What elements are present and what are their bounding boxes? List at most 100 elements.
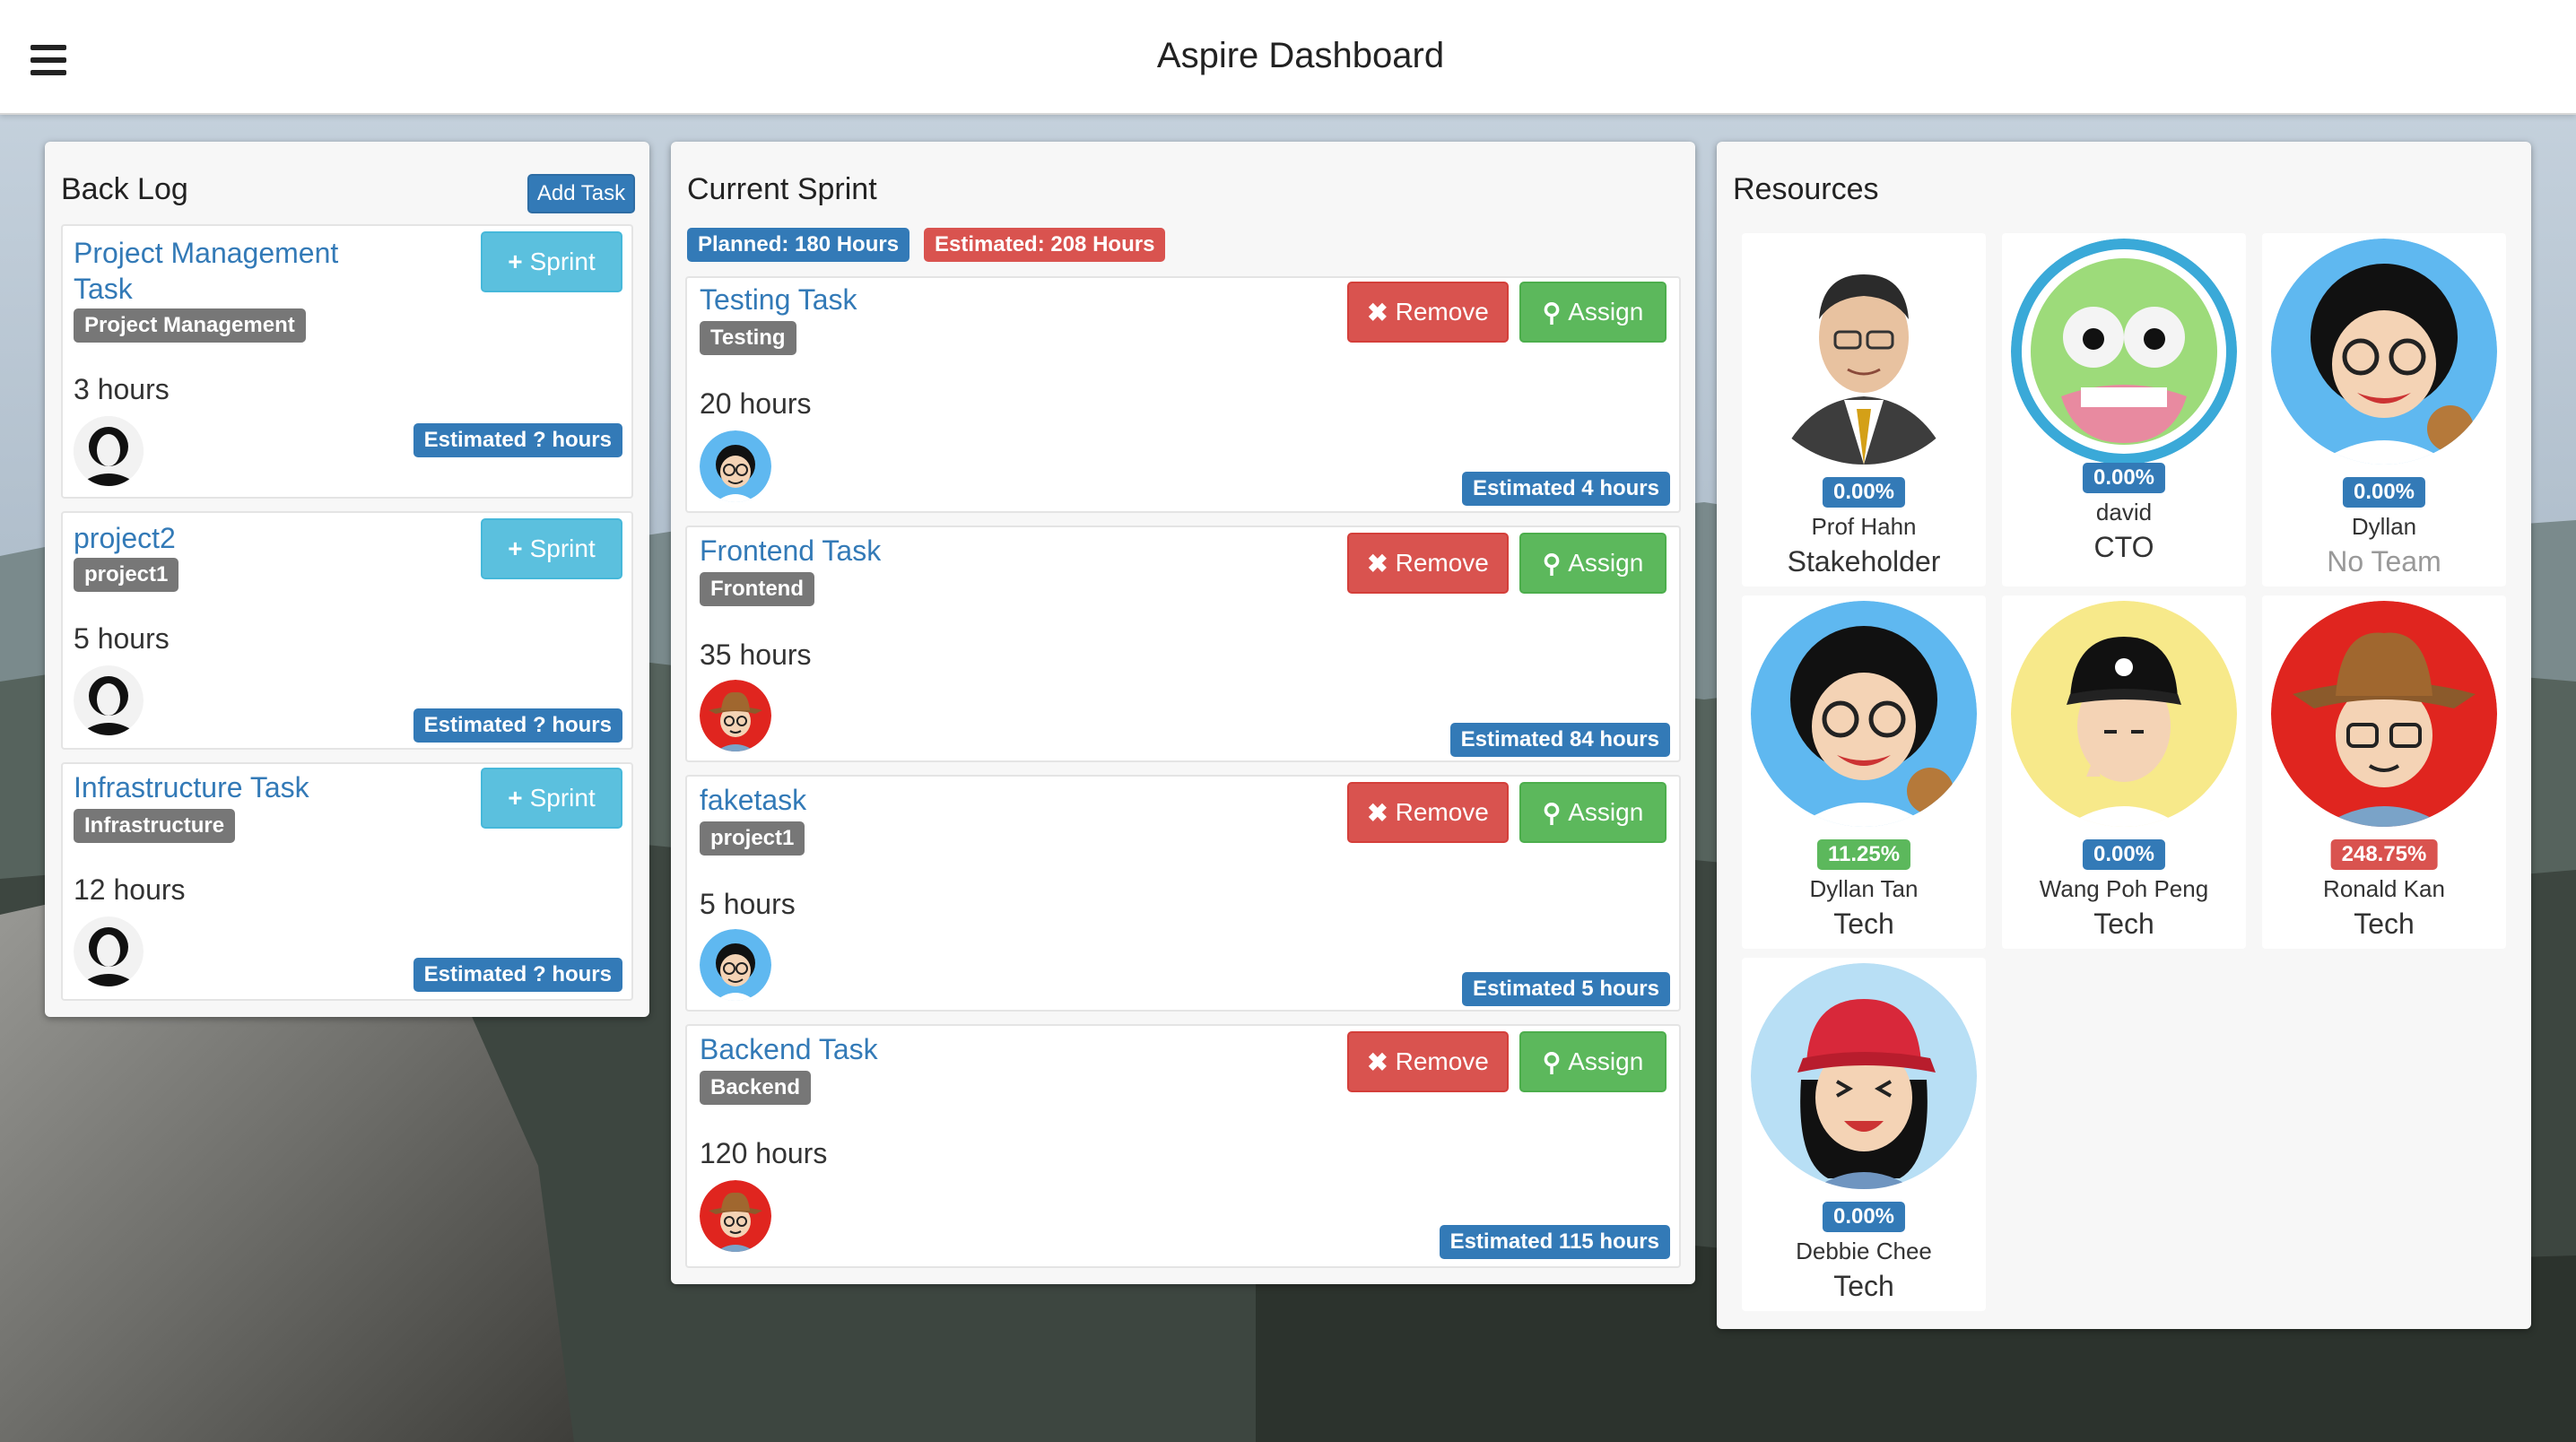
resource-team: Tech (2354, 908, 2415, 940)
estimate-badge: Estimated 84 hours (1449, 723, 1670, 757)
backlog-title: Back Log (61, 172, 188, 206)
close-icon: ✖ (1367, 549, 1388, 578)
resource-card[interactable]: 0.00% Debbie Chee Tech (1742, 958, 1986, 1311)
cowboy-hat-avatar-icon (700, 680, 771, 751)
resource-team: Tech (1833, 908, 1894, 940)
user-icon: ⚲ (1542, 298, 1562, 326)
project-tag: project1 (74, 558, 179, 592)
plus-icon: + (508, 534, 523, 562)
task-hours: 12 hours (74, 873, 186, 906)
current-sprint-panel: Current Sprint Planned: 180 Hours Estima… (671, 142, 1695, 1284)
close-icon: ✖ (1367, 298, 1388, 326)
resource-team: Tech (1833, 1270, 1894, 1302)
close-icon: ✖ (1367, 798, 1388, 827)
resource-card[interactable]: 0.00% Dyllan No Team (2262, 233, 2506, 586)
resource-name: Dyllan Tan (1809, 875, 1919, 902)
curly-hair-glasses-avatar-icon (700, 430, 771, 502)
sprint-task-title[interactable]: faketask (700, 782, 806, 818)
backlog-task-card: project2 + Sprint project1 5 hours Estima… (61, 511, 633, 750)
utilization-badge: 0.00% (2082, 463, 2166, 493)
task-hours: 35 hours (700, 638, 812, 671)
resource-card[interactable]: 0.00% Wang Poh Peng Tech (2002, 595, 2246, 949)
resource-card[interactable]: 11.25% Dyllan Tan Tech (1742, 595, 1986, 949)
remove-button[interactable]: ✖ Remove (1347, 1031, 1509, 1092)
sprint-task-card: faketask project1 ✖ Remove ⚲ Assign 5 hour… (685, 775, 1681, 1012)
top-navbar: Aspire Dashboard (0, 0, 2576, 115)
task-hours: 120 hours (700, 1137, 828, 1169)
assign-button[interactable]: ⚲ Assign (1519, 282, 1667, 343)
assign-button[interactable]: ⚲ Assign (1519, 533, 1667, 594)
assign-button[interactable]: ⚲ Assign (1519, 782, 1667, 843)
resource-team: Tech (2093, 908, 2154, 940)
resource-team: No Team (2327, 545, 2441, 578)
resources-panel: Resources 0.00% Prof Hahn Stakeholder 0.… (1717, 142, 2531, 1329)
resource-name: Wang Poh Peng (2039, 875, 2209, 902)
backlog-task-card: Infrastructure Task + Sprint Infrastructu… (61, 762, 633, 1001)
sprint-task-card: Testing Task Testing ✖ Remove ⚲ Assign 20 … (685, 276, 1681, 513)
user-icon: ⚲ (1542, 549, 1562, 578)
resource-name: Prof Hahn (1811, 513, 1917, 540)
remove-button[interactable]: ✖ Remove (1347, 533, 1509, 594)
page-title: Aspire Dashboard (1156, 36, 1445, 75)
close-icon: ✖ (1367, 1047, 1388, 1076)
project-tag: project1 (700, 821, 805, 856)
cowboy-hat-avatar-icon (700, 1180, 771, 1252)
backlog-panel: Back Log Add Task Project Management Tas… (45, 142, 649, 1017)
project-tag: Frontend (700, 572, 814, 606)
resource-name: Ronald Kan (2323, 875, 2445, 902)
estimate-badge: Estimated ? hours (413, 423, 622, 457)
remove-button[interactable]: ✖ Remove (1347, 782, 1509, 843)
sprint-task-card: Frontend Task Frontend ✖ Remove ⚲ Assign 3… (685, 526, 1681, 762)
user-icon: ⚲ (1542, 1047, 1562, 1076)
curly-hair-glasses-avatar (1751, 601, 1977, 827)
task-hours: 20 hours (700, 387, 812, 420)
red-cap-avatar (1751, 963, 1977, 1189)
unassigned-avatar-icon (74, 416, 144, 486)
unassigned-avatar-icon (74, 916, 144, 986)
sprint-task-title[interactable]: Frontend Task (700, 533, 881, 569)
backlog-task-title[interactable]: project2 (74, 520, 176, 556)
sprint-task-title[interactable]: Backend Task (700, 1031, 878, 1067)
resource-card[interactable]: 0.00% david CTO (2002, 233, 2246, 586)
sprint-task-card: Backend Task Backend ✖ Remove ⚲ Assign 120… (685, 1024, 1681, 1268)
resource-name: david (2095, 499, 2153, 526)
estimate-badge: Estimated 115 hours (1439, 1225, 1670, 1259)
person-photo-avatar (1751, 239, 1977, 465)
estimate-badge: Estimated ? hours (413, 958, 622, 992)
backlog-task-title[interactable]: Infrastructure Task (74, 769, 309, 805)
sprint-task-title[interactable]: Testing Task (700, 282, 857, 317)
add-to-sprint-button[interactable]: + Sprint (481, 231, 622, 292)
add-to-sprint-button[interactable]: + Sprint (481, 518, 622, 579)
project-tag: Infrastructure (74, 809, 236, 843)
user-icon: ⚲ (1542, 798, 1562, 827)
utilization-badge: 248.75% (2330, 839, 2438, 870)
task-hours: 3 hours (74, 373, 170, 405)
add-to-sprint-button[interactable]: + Sprint (481, 768, 622, 829)
plus-icon: + (508, 248, 523, 275)
utilization-badge: 11.25% (1816, 839, 1911, 870)
backlog-task-title[interactable]: Project Management Task (74, 235, 338, 307)
curly-hair-glasses-avatar-icon (700, 929, 771, 1001)
estimate-badge: Estimated 4 hours (1461, 472, 1670, 506)
resource-card[interactable]: 248.75% Ronald Kan Tech (2262, 595, 2506, 949)
add-task-button[interactable]: Add Task (527, 174, 635, 213)
assign-button[interactable]: ⚲ Assign (1519, 1031, 1667, 1092)
task-hours: 5 hours (74, 622, 170, 655)
task-hours: 5 hours (700, 888, 796, 920)
resource-team: Stakeholder (1787, 545, 1941, 578)
resources-title: Resources (1733, 172, 1879, 206)
planned-hours-badge: Planned: 180 Hours (687, 228, 910, 262)
remove-button[interactable]: ✖ Remove (1347, 282, 1509, 343)
resource-team: CTO (2093, 531, 2154, 563)
project-tag: Testing (700, 321, 796, 355)
estimate-badge: Estimated ? hours (413, 708, 622, 743)
backlog-task-card: Project Management Task + Sprint Project … (61, 224, 633, 499)
curly-hair-glasses-avatar (2271, 239, 2497, 465)
resource-card[interactable]: 0.00% Prof Hahn Stakeholder (1742, 233, 1986, 586)
estimated-hours-badge: Estimated: 208 Hours (924, 228, 1166, 262)
black-cap-avatar (2011, 601, 2237, 827)
resource-name: Debbie Chee (1796, 1238, 1932, 1264)
unassigned-avatar-icon (74, 665, 144, 735)
utilization-badge: 0.00% (2342, 477, 2426, 508)
estimate-badge: Estimated 5 hours (1461, 972, 1670, 1006)
